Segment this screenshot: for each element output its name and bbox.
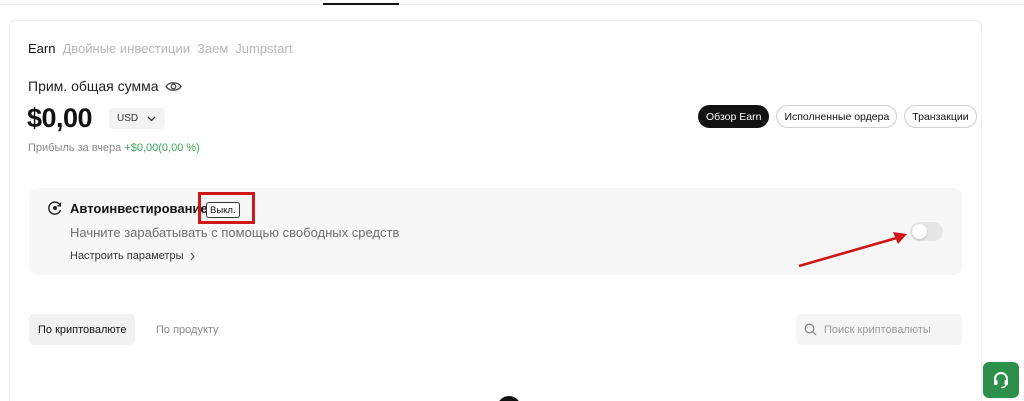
eye-icon[interactable] (164, 80, 182, 93)
tab-earn[interactable]: Earn (28, 41, 55, 56)
tab-by-crypto[interactable]: По криптовалюте (29, 314, 136, 345)
headset-icon (994, 372, 1008, 389)
chevron-down-icon (147, 116, 156, 121)
auto-invest-description: Начните зарабатывать с помощью свободных… (70, 225, 400, 240)
chevron-right-icon (190, 252, 195, 260)
support-chat-button[interactable] (983, 362, 1019, 398)
estimated-total-label: Прим. общая сумма (28, 78, 159, 94)
top-nav-active-indicator (323, 3, 399, 5)
configure-settings-label: Настроить параметры (70, 250, 184, 262)
earn-actions: Обзор Earn Исполненные ордера Транзакции (698, 105, 977, 128)
search-input[interactable] (824, 323, 954, 336)
auto-invest-icon (48, 201, 62, 215)
annotation-highlight-box (198, 192, 255, 224)
earn-overview-button[interactable]: Обзор Earn (698, 105, 770, 128)
total-balance: $0,00 (27, 103, 93, 133)
tab-jumpstart[interactable]: Jumpstart (235, 41, 292, 56)
yesterday-profit: Прибыль за вчера +$0,00(0,00 %) (28, 142, 200, 154)
earn-page: Earn Двойные инвестиции Заем Jumpstart П… (0, 0, 1024, 401)
filled-orders-button[interactable]: Исполненные ордера (776, 105, 898, 128)
search-icon (804, 323, 817, 336)
currency-select[interactable]: USD (109, 108, 165, 129)
annotation-arrow (798, 232, 907, 268)
configure-settings-link[interactable]: Настроить параметры (70, 250, 195, 262)
profit-label: Прибыль за вчера (28, 142, 122, 154)
crypto-search[interactable] (796, 314, 962, 345)
currency-value: USD (117, 113, 139, 124)
transactions-button[interactable]: Транзакции (904, 105, 977, 128)
tab-dual-investment[interactable]: Двойные инвестиции (62, 41, 190, 56)
earn-tabs: Earn Двойные инвестиции Заем Jumpstart (28, 41, 292, 56)
tab-by-product[interactable]: По продукту (147, 314, 228, 345)
tab-loan[interactable]: Заем (197, 41, 228, 56)
auto-invest-title: Автоинвестирование (70, 201, 208, 216)
estimated-total-row: Прим. общая сумма (28, 78, 182, 94)
profit-value: +$0,00(0,00 %) (124, 142, 200, 154)
top-nav-divider (0, 4, 1024, 5)
